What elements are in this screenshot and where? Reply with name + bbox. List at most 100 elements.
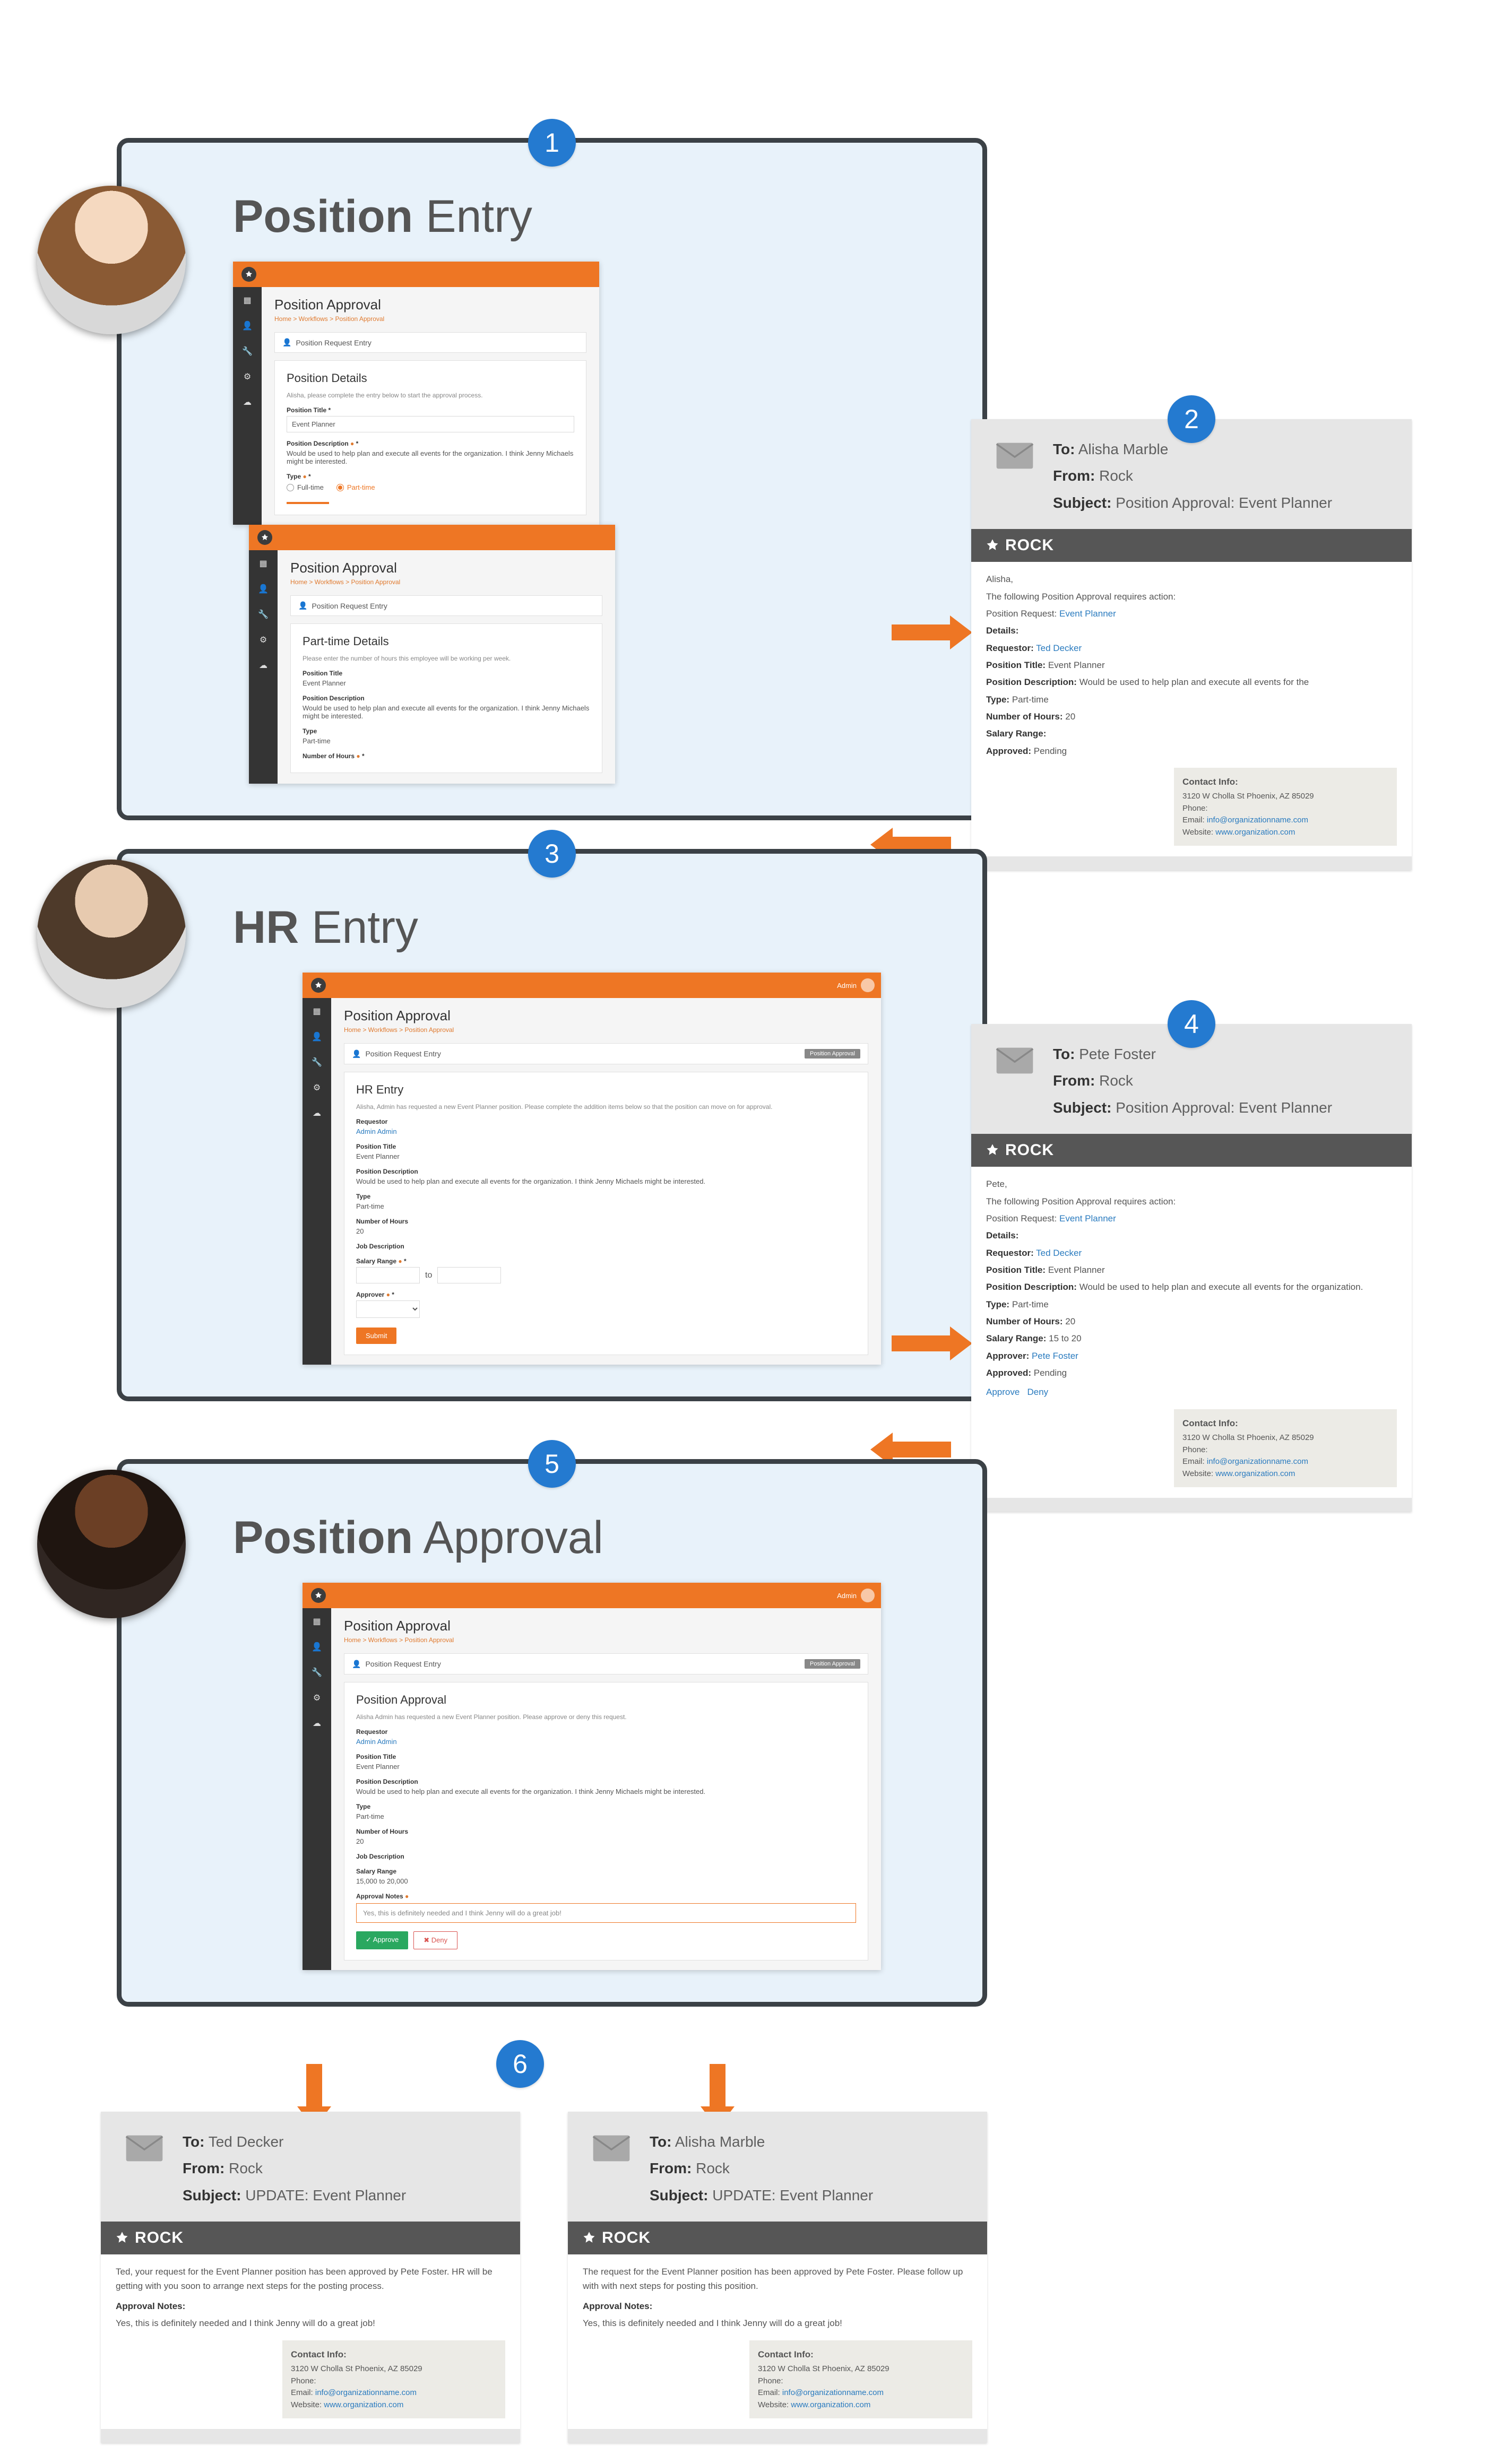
- link-contact-website[interactable]: www.organization.com: [791, 2400, 870, 2409]
- panel-position-entry: 1 Position Entry ▦ 👤 🔧 ⚙ ☁ Position Appr…: [117, 138, 987, 820]
- link-requestor[interactable]: Ted Decker: [1036, 643, 1082, 653]
- rock-logo-icon: [311, 978, 326, 993]
- person-icon: 👤: [282, 338, 291, 347]
- entry-bar-label: Position Request Entry: [296, 339, 371, 347]
- nav-cloud-icon[interactable]: ☁: [257, 660, 269, 671]
- avatar-hr: [37, 860, 186, 1008]
- link-approve[interactable]: Approve: [986, 1387, 1020, 1397]
- nav-dashboard-icon[interactable]: ▦: [311, 1005, 323, 1017]
- nav-settings-icon[interactable]: ⚙: [311, 1692, 323, 1704]
- step-badge-1: 1: [528, 119, 576, 167]
- nav-person-icon[interactable]: 👤: [257, 583, 269, 595]
- link-contact-email[interactable]: info@organizationname.com: [315, 2388, 417, 2397]
- email-card-step2: 2 To: Alisha Marble From: Rock Subject: …: [971, 419, 1412, 870]
- link-contact-email[interactable]: info@organizationname.com: [782, 2388, 884, 2397]
- nav-dashboard-icon[interactable]: ▦: [311, 1616, 323, 1627]
- panel-title-position-entry: Position Entry: [233, 190, 951, 243]
- email2-subject: Position Approval: Event Planner: [1116, 494, 1332, 511]
- app-card-position-approval: Admin ▦ 👤 🔧 ⚙ ☁ Position Approval Home >…: [303, 1583, 881, 1970]
- panel-hr-entry: 3 HR Entry Admin ▦ 👤 🔧 ⚙ ☁ Position Appr…: [117, 849, 987, 1401]
- link-contact-website[interactable]: www.organization.com: [1215, 828, 1295, 837]
- avatar-icon: [861, 978, 875, 992]
- step-badge-5: 5: [528, 1440, 576, 1488]
- link-deny[interactable]: Deny: [1027, 1387, 1049, 1397]
- input-salary-from[interactable]: [356, 1267, 420, 1283]
- app-card-parttime-details: ▦ 👤 🔧 ⚙ ☁ Position Approval Home > Workf…: [249, 525, 615, 784]
- value-position-description[interactable]: Would be used to help plan and execute a…: [287, 449, 574, 465]
- nav-cloud-icon[interactable]: ☁: [311, 1717, 323, 1729]
- link-requestor[interactable]: Ted Decker: [1036, 1248, 1082, 1258]
- submit-button[interactable]: Submit: [356, 1328, 396, 1344]
- nav-settings-icon[interactable]: ⚙: [241, 371, 253, 383]
- breadcrumb[interactable]: Home > Workflows > Position Approval: [274, 315, 586, 323]
- app-card-position-details: ▦ 👤 🔧 ⚙ ☁ Position Approval Home > Workf…: [233, 262, 599, 525]
- rock-brand-bar: ROCK: [568, 2222, 987, 2254]
- contact-info-block: Contact Info: 3120 W Cholla St Phoenix, …: [1174, 768, 1397, 846]
- nav-cloud-icon[interactable]: ☁: [241, 396, 253, 408]
- label-from: From:: [1053, 467, 1095, 484]
- link-requestor[interactable]: Admin Admin: [356, 1738, 856, 1746]
- contact-info-block: Contact Info: 3120 W Cholla St Phoenix, …: [282, 2340, 505, 2419]
- radio-fulltime[interactable]: Full-time: [287, 483, 324, 491]
- deny-button[interactable]: ✖ Deny: [413, 1931, 457, 1949]
- select-approver[interactable]: [356, 1300, 420, 1318]
- email-card-step4: 4 To: Pete Foster From: Rock Subject: Po…: [971, 1024, 1412, 1512]
- avatar-requestor: [37, 186, 186, 334]
- envelope-icon: [990, 1044, 1039, 1077]
- label-subject: Subject:: [1053, 494, 1111, 511]
- nav-dashboard-icon[interactable]: ▦: [257, 558, 269, 569]
- nav-cloud-icon[interactable]: ☁: [311, 1107, 323, 1119]
- help-text: Alisha, please complete the entry below …: [287, 392, 574, 399]
- label-to: To:: [1053, 441, 1075, 457]
- link-contact-website[interactable]: www.organization.com: [324, 2400, 403, 2409]
- nav-tools-icon[interactable]: 🔧: [241, 345, 253, 357]
- nav-tools-icon[interactable]: 🔧: [257, 609, 269, 620]
- nav-dashboard-icon[interactable]: ▦: [241, 294, 253, 306]
- envelope-icon: [990, 439, 1039, 472]
- topbar-user[interactable]: Admin: [837, 978, 875, 992]
- email6b-to: Alisha Marble: [675, 2133, 765, 2150]
- link-approver[interactable]: Pete Foster: [1032, 1351, 1078, 1361]
- nav-tools-icon[interactable]: 🔧: [311, 1056, 323, 1068]
- label-position-title: Position Title *: [287, 406, 574, 414]
- topbar-user[interactable]: Admin: [837, 1589, 875, 1602]
- nav-person-icon[interactable]: 👤: [311, 1031, 323, 1043]
- textarea-approval-notes[interactable]: Yes, this is definitely needed and I thi…: [356, 1903, 856, 1923]
- nav-person-icon[interactable]: 👤: [241, 320, 253, 332]
- link-position-request[interactable]: Event Planner: [1059, 1213, 1116, 1224]
- approve-button[interactable]: ✓ Approve: [356, 1931, 408, 1949]
- avatar-icon: [861, 1589, 875, 1602]
- status-pill: Position Approval: [805, 1049, 860, 1059]
- page-title: Position Approval: [274, 297, 586, 313]
- label-position-description: Position Description ● *: [287, 440, 574, 447]
- email2-from: Rock: [1099, 467, 1133, 484]
- nav-tools-icon[interactable]: 🔧: [311, 1667, 323, 1678]
- step-badge-4: 4: [1168, 1000, 1215, 1048]
- input-position-title[interactable]: [287, 416, 574, 432]
- email4-subject: Position Approval: Event Planner: [1116, 1099, 1332, 1116]
- nav-person-icon[interactable]: 👤: [311, 1641, 323, 1653]
- nav-settings-icon[interactable]: ⚙: [257, 634, 269, 646]
- accent-underline: [287, 502, 329, 504]
- section-heading: Position Details: [287, 371, 574, 385]
- link-requestor[interactable]: Admin Admin: [356, 1127, 856, 1135]
- label-type: Type ● *: [287, 473, 574, 480]
- envelope-icon: [587, 2132, 636, 2165]
- input-salary-to[interactable]: [437, 1267, 501, 1283]
- radio-parttime[interactable]: Part-time: [336, 483, 375, 491]
- nav-settings-icon[interactable]: ⚙: [311, 1082, 323, 1094]
- link-contact-email[interactable]: info@organizationname.com: [1207, 815, 1308, 825]
- link-position-request[interactable]: Event Planner: [1059, 609, 1116, 619]
- panel-position-approval: 5 Position Approval Admin ▦ 👤 🔧 ⚙ ☁ Posi…: [117, 1459, 987, 2007]
- step-badge-2: 2: [1168, 395, 1215, 443]
- email-card-step6b: To: Alisha Marble From: Rock Subject: UP…: [568, 2112, 987, 2443]
- arrow-3-to-4: [892, 1326, 972, 1360]
- rock-brand-bar: ROCK: [971, 1134, 1412, 1167]
- rock-brand-bar: ROCK: [101, 2222, 520, 2254]
- app-topbar: [233, 262, 599, 287]
- rock-brand-bar: ROCK: [971, 529, 1412, 562]
- email6a-to: Ted Decker: [209, 2133, 284, 2150]
- arrow-1-to-2: [892, 615, 972, 649]
- rock-logo-icon: [257, 530, 272, 545]
- contact-info-block: Contact Info: 3120 W Cholla St Phoenix, …: [749, 2340, 972, 2419]
